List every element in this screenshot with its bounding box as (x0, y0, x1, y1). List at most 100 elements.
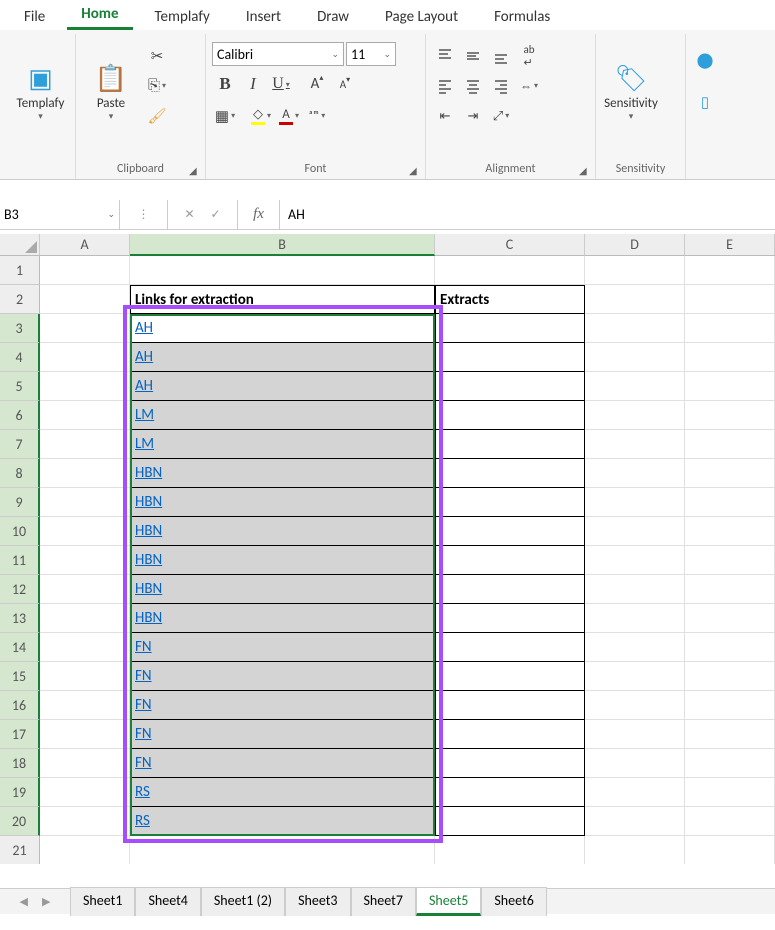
cell-A13[interactable] (40, 604, 130, 633)
cell-E18[interactable] (685, 749, 775, 778)
clipboard-dialog-launcher[interactable]: ◢ (189, 164, 201, 176)
fx-label[interactable]: fx (238, 200, 280, 229)
column-header-D[interactable]: D (585, 234, 685, 256)
row-header-6[interactable]: 6 (0, 401, 40, 430)
cell-D4[interactable] (585, 343, 685, 372)
cell-E3[interactable] (685, 314, 775, 343)
cell-B7[interactable]: LM (130, 430, 435, 459)
sheet-tab-sheet6[interactable]: Sheet6 (481, 887, 546, 916)
cell-C20[interactable] (435, 807, 585, 836)
sheet-tab-sheet1[interactable]: Sheet1 (70, 887, 135, 916)
cell-B3[interactable]: AH (130, 314, 435, 343)
align-right-button[interactable] (488, 72, 514, 100)
decrease-font-button[interactable]: A▾ (332, 70, 358, 98)
sheet-nav-prev[interactable]: ◀ (20, 895, 28, 908)
cell-C6[interactable] (435, 401, 585, 430)
cell-C13[interactable] (435, 604, 585, 633)
cell-C10[interactable] (435, 517, 585, 546)
cell-E14[interactable] (685, 633, 775, 662)
cell-D9[interactable] (585, 488, 685, 517)
borders-button[interactable]: ▦▾ (212, 102, 238, 130)
row-header-11[interactable]: 11 (0, 546, 40, 575)
cell-D6[interactable] (585, 401, 685, 430)
column-header-A[interactable]: A (40, 234, 130, 256)
cell-A7[interactable] (40, 430, 130, 459)
row-header-18[interactable]: 18 (0, 749, 40, 778)
cell-E1[interactable] (685, 256, 775, 285)
select-all-corner[interactable] (0, 234, 40, 256)
cell-A20[interactable] (40, 807, 130, 836)
cell-B13[interactable]: HBN (130, 604, 435, 633)
row-header-20[interactable]: 20 (0, 807, 40, 836)
cell-C19[interactable] (435, 778, 585, 807)
orientation-button[interactable]: ⤢▾ (488, 102, 514, 130)
row-header-16[interactable]: 16 (0, 691, 40, 720)
cell-C8[interactable] (435, 459, 585, 488)
cell-D11[interactable] (585, 546, 685, 575)
ribbon-tab-templafy[interactable]: Templafy (141, 4, 224, 30)
row-header-8[interactable]: 8 (0, 459, 40, 488)
sheet-tab-sheet7[interactable]: Sheet7 (351, 887, 416, 916)
cell-A10[interactable] (40, 517, 130, 546)
cell-A21[interactable] (40, 836, 130, 864)
row-header-2[interactable]: 2 (0, 285, 40, 314)
align-bottom-button[interactable] (488, 42, 514, 70)
cell-C1[interactable] (435, 256, 585, 285)
cell-B1[interactable] (130, 256, 435, 285)
cell-C18[interactable] (435, 749, 585, 778)
row-header-5[interactable]: 5 (0, 372, 40, 401)
sheet-tab-sheet4[interactable]: Sheet4 (135, 887, 200, 916)
cell-B18[interactable]: FN (130, 749, 435, 778)
name-box[interactable]: B3 ⌄ (0, 200, 120, 229)
merge-center-button[interactable]: ⇔▾ (516, 72, 542, 100)
align-center-button[interactable] (460, 72, 486, 100)
cell-B10[interactable]: HBN (130, 517, 435, 546)
cell-C16[interactable] (435, 691, 585, 720)
row-header-19[interactable]: 19 (0, 778, 40, 807)
cell-D3[interactable] (585, 314, 685, 343)
cell-A4[interactable] (40, 343, 130, 372)
row-header-9[interactable]: 9 (0, 488, 40, 517)
cell-B15[interactable]: FN (130, 662, 435, 691)
cell-B4[interactable]: AH (130, 343, 435, 372)
increase-font-button[interactable]: A▴ (304, 70, 330, 98)
increase-indent-button[interactable]: ⇥ (460, 102, 486, 130)
align-top-button[interactable] (432, 42, 458, 70)
cell-B6[interactable]: LM (130, 401, 435, 430)
templafy-button[interactable]: ▣ Templafy ▾ (12, 42, 69, 142)
row-header-3[interactable]: 3 (0, 314, 40, 343)
row-header-10[interactable]: 10 (0, 517, 40, 546)
row-header-7[interactable]: 7 (0, 430, 40, 459)
font-color-button[interactable]: A ▾ (276, 102, 302, 130)
row-header-21[interactable]: 21 (0, 836, 40, 864)
cell-D15[interactable] (585, 662, 685, 691)
cell-D2[interactable] (585, 285, 685, 314)
cell-D13[interactable] (585, 604, 685, 633)
cell-A19[interactable] (40, 778, 130, 807)
cell-E6[interactable] (685, 401, 775, 430)
cell-B19[interactable]: RS (130, 778, 435, 807)
cell-C7[interactable] (435, 430, 585, 459)
cell-C12[interactable] (435, 575, 585, 604)
column-header-C[interactable]: C (435, 234, 585, 256)
cut-button[interactable]: ✂ (144, 42, 170, 70)
cell-C15[interactable] (435, 662, 585, 691)
ribbon-tab-insert[interactable]: Insert (232, 4, 295, 30)
ribbon-tab-formulas[interactable]: Formulas (480, 4, 564, 30)
cell-D20[interactable] (585, 807, 685, 836)
cell-E12[interactable] (685, 575, 775, 604)
cell-B9[interactable]: HBN (130, 488, 435, 517)
cell-D14[interactable] (585, 633, 685, 662)
enter-formula-button[interactable]: ✓ (211, 207, 221, 222)
underline-button[interactable]: U▾ (268, 70, 294, 98)
cell-E10[interactable] (685, 517, 775, 546)
cell-B14[interactable]: FN (130, 633, 435, 662)
sheet-tab-sheet5[interactable]: Sheet5 (416, 887, 481, 916)
fill-color-button[interactable]: ◇ ▾ (248, 102, 274, 130)
align-middle-button[interactable] (460, 42, 486, 70)
cell-C17[interactable] (435, 720, 585, 749)
cell-E2[interactable] (685, 285, 775, 314)
cell-E8[interactable] (685, 459, 775, 488)
sensitivity-button[interactable]: 🏷 Sensitivity ▾ (602, 42, 660, 142)
cell-A3[interactable] (40, 314, 130, 343)
